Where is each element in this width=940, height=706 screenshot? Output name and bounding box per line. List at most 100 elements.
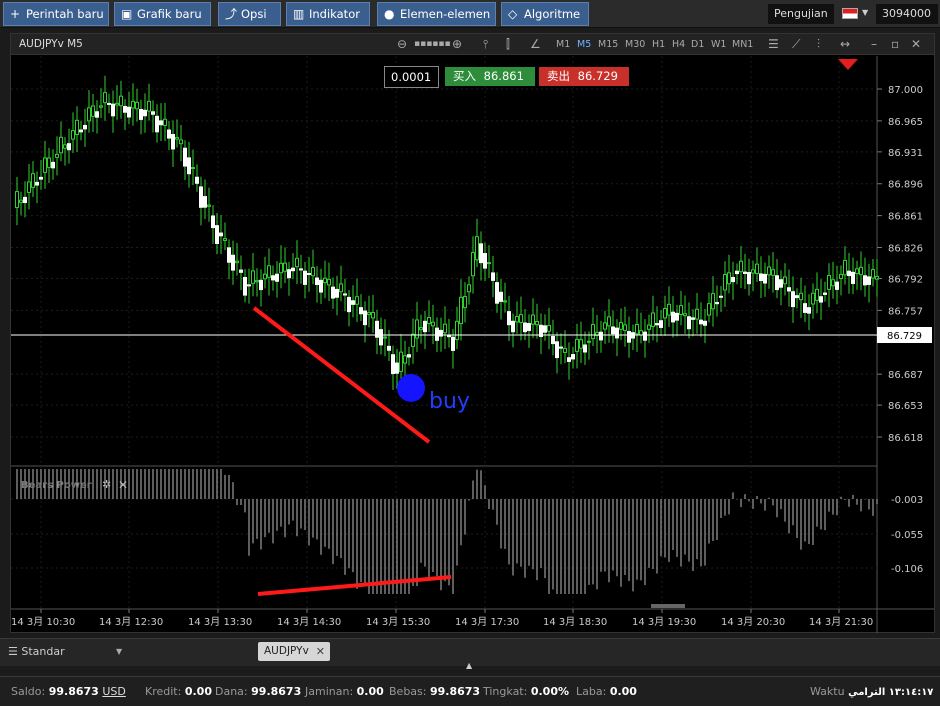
candle-body [55,153,59,158]
timeframe-m5[interactable]: M5 [577,34,591,55]
zoom-in-icon[interactable]: ⊕ [452,34,462,55]
candle-body [771,269,775,276]
sell-button[interactable]: 卖出 86.729 [539,67,629,86]
indicator-settings-icon[interactable]: ✲ [102,478,111,491]
candle-body [107,102,111,105]
candle-body [619,322,623,330]
volume-input[interactable]: 0.0001 [384,66,439,88]
indicator-name: Bears Power [21,480,92,491]
expand-panel-icon[interactable]: ▲ [466,661,472,670]
candle-body [207,204,211,207]
candle-body [59,136,63,154]
elements-button[interactable]: ● Elemen-elemen [377,2,496,26]
free-margin-label: Bebas: [389,685,427,698]
templates-icon[interactable]: ☰ [768,34,779,55]
candle-body [195,176,199,184]
new-order-button[interactable]: + Perintah baru [3,2,109,26]
mode-indicator: Pengujian [768,4,834,24]
candle-body [227,247,231,263]
chart-shift-marker[interactable] [838,59,858,70]
horizontal-line-icon[interactable]: ↔ [840,34,850,55]
price-chart[interactable]: 86.729 buy Bears Power ✲ ✕ 87.000 86.965 8… [11,56,934,633]
candle-body [71,130,75,140]
candle-body [639,330,643,336]
candle-body [411,333,415,347]
maximize-icon[interactable]: ▫ [891,34,899,55]
candle-body [859,266,863,276]
candle-body [791,291,795,308]
candle-body [435,327,439,341]
layout-selector[interactable]: ☰ Standar [8,645,65,658]
timeframe-m30[interactable]: M30 [625,34,645,55]
zoom-slider[interactable]: ▪▪▪▪▪▪ [414,34,451,55]
language-flag-icon[interactable] [842,8,858,19]
time-tick-label: 14 3月 21:30 [809,616,873,628]
candle-body [555,341,559,359]
price-trendline[interactable] [252,306,431,444]
indicators-button[interactable]: ▥ Indikator [286,2,370,26]
timeframe-h4[interactable]: H4 [672,34,685,55]
horizontal-scrollbar[interactable] [651,604,685,608]
indicator-close-icon[interactable]: ✕ [118,478,128,492]
timeframe-h1[interactable]: H1 [652,34,665,55]
candle-body [855,268,859,274]
candle-body [407,354,411,358]
candle-body [655,323,659,326]
candle-body [311,266,315,277]
chart-tab-audjpy[interactable]: AUDJPYv ✕ [258,642,330,661]
candle-body [615,327,619,339]
candle-body [315,277,319,286]
candle-body [763,273,767,284]
options-button[interactable]: ⤴ Opsi [218,2,281,26]
currency-selector[interactable]: USD [102,685,126,698]
candle-body [163,118,167,126]
candle-body [211,215,215,229]
trendline-tool-icon[interactable]: ⟋ [792,34,800,55]
timeframe-m1[interactable]: M1 [556,34,570,55]
time-tick-label: 14 3月 20:30 [721,616,785,628]
candle-body [795,295,799,299]
timeframe-d1[interactable]: D1 [691,34,704,55]
chevron-down-icon[interactable]: ▼ [116,647,122,656]
equity-label: Dana: [215,685,248,698]
margin-level-value: 0.00% [530,685,569,698]
candle-body [711,293,715,310]
indicator-tick-label: -0.055 [891,530,923,541]
vertical-line-icon[interactable]: ⫶ [817,34,820,55]
candle-body [15,191,19,208]
chevron-down-icon[interactable]: ▼ [862,8,868,17]
price-tick-label: 86.931 [888,148,923,159]
candle-body [23,196,27,204]
candle-body [343,293,347,296]
algorithm-button[interactable]: ◇ Algoritme [501,2,589,26]
candle-body [443,323,447,334]
timeframe-mn1[interactable]: MN1 [732,34,753,55]
indicator-trendline[interactable] [257,575,452,596]
candle-body [307,272,311,275]
candle-body [147,100,151,112]
buy-button[interactable]: 买入 86.861 [445,67,535,86]
new-chart-button[interactable]: ▣ Grafik baru [114,2,211,26]
candle-body [123,105,127,113]
candle-body [563,347,567,353]
line-chart-icon[interactable]: ∠ [530,34,541,55]
candles-icon[interactable]: ⫿ [506,34,510,55]
candle-body [659,320,663,328]
close-tab-icon[interactable]: ✕ [316,642,325,661]
candle-body [231,254,235,271]
candle-body [391,354,395,375]
close-icon[interactable]: ✕ [911,34,921,55]
candle-body [191,167,195,170]
zoom-out-icon[interactable]: ⊖ [397,34,407,55]
candle-body [31,173,35,188]
timeframe-m15[interactable]: M15 [598,34,618,55]
candle-body [339,283,343,293]
candle-body [675,312,679,321]
time-tick-label: 14 3月 13:30 [188,616,252,628]
minimize-icon[interactable]: – [871,34,877,55]
candle-body [219,232,223,237]
crosshair-icon[interactable]: ⫯ [483,34,488,55]
timeframe-w1[interactable]: W1 [711,34,726,55]
candle-body [171,134,175,150]
candle-body [87,107,91,122]
